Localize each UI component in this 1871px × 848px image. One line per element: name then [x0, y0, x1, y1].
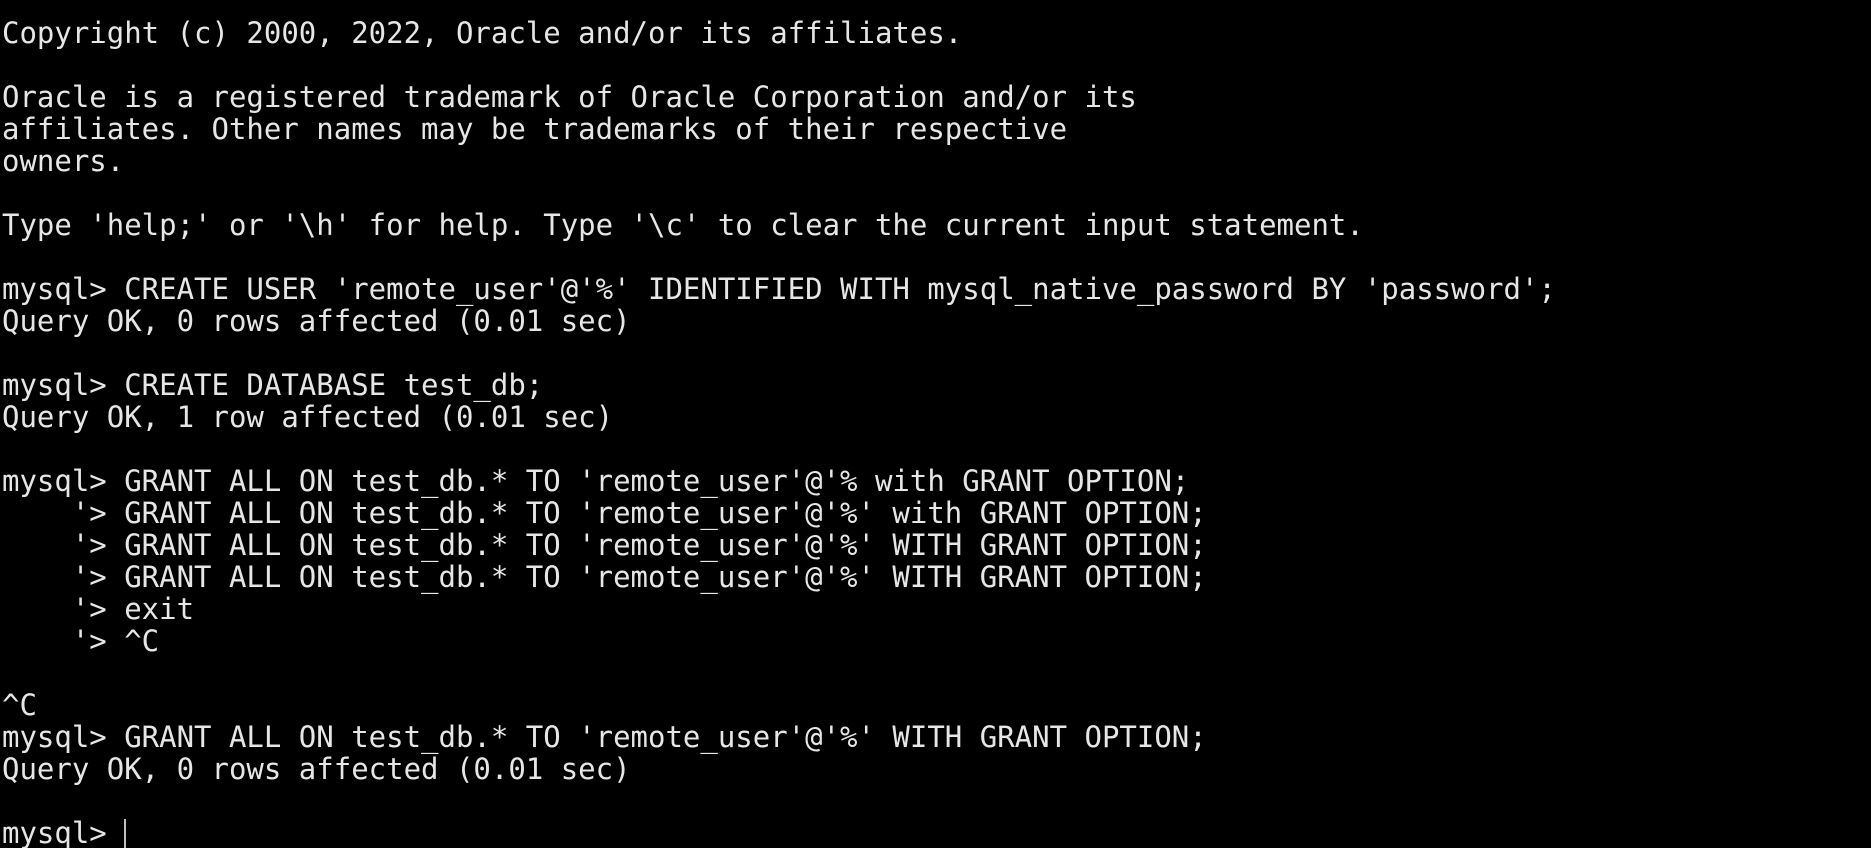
terminal-line-query-ok: Query OK, 0 rows affected (0.01 sec) — [2, 304, 631, 338]
terminal-line-exit: '> exit — [2, 592, 195, 626]
terminal-line-query-ok: Query OK, 0 rows affected (0.01 sec) — [2, 752, 631, 786]
terminal-line-ctrl-c-2: ^C — [2, 688, 37, 722]
terminal-line-trademark-3: owners. — [2, 144, 125, 178]
terminal-input-line[interactable]: mysql> — [2, 817, 1871, 848]
terminal-prompt: mysql> — [2, 816, 125, 848]
terminal-line-copyright: Copyright (c) 2000, 2022, Oracle and/or … — [2, 16, 963, 50]
terminal-line-grant-2: '> GRANT ALL ON test_db.* TO 'remote_use… — [2, 496, 1207, 530]
terminal-window[interactable]: Copyright (c) 2000, 2022, Oracle and/or … — [0, 0, 1871, 848]
terminal-line-trademark-2: affiliates. Other names may be trademark… — [2, 112, 1068, 146]
text-cursor — [124, 819, 127, 848]
terminal-line-grant-final: mysql> GRANT ALL ON test_db.* TO 'remote… — [2, 720, 1207, 754]
terminal-line-grant-4: '> GRANT ALL ON test_db.* TO 'remote_use… — [2, 560, 1207, 594]
terminal-line-query-ok: Query OK, 1 row affected (0.01 sec) — [2, 400, 614, 434]
terminal-line-grant-3: '> GRANT ALL ON test_db.* TO 'remote_use… — [2, 528, 1207, 562]
terminal-line-create-user: mysql> CREATE USER 'remote_user'@'%' IDE… — [2, 272, 1556, 306]
terminal-line-help-hint: Type 'help;' or '\h' for help. Type '\c'… — [2, 208, 1364, 242]
terminal-line-grant-1: mysql> GRANT ALL ON test_db.* TO 'remote… — [2, 464, 1190, 498]
terminal-line-ctrl-c-1: '> ^C — [2, 624, 160, 658]
terminal-line-create-database: mysql> CREATE DATABASE test_db; — [2, 368, 544, 402]
terminal-line-trademark-1: Oracle is a registered trademark of Orac… — [2, 80, 1137, 114]
